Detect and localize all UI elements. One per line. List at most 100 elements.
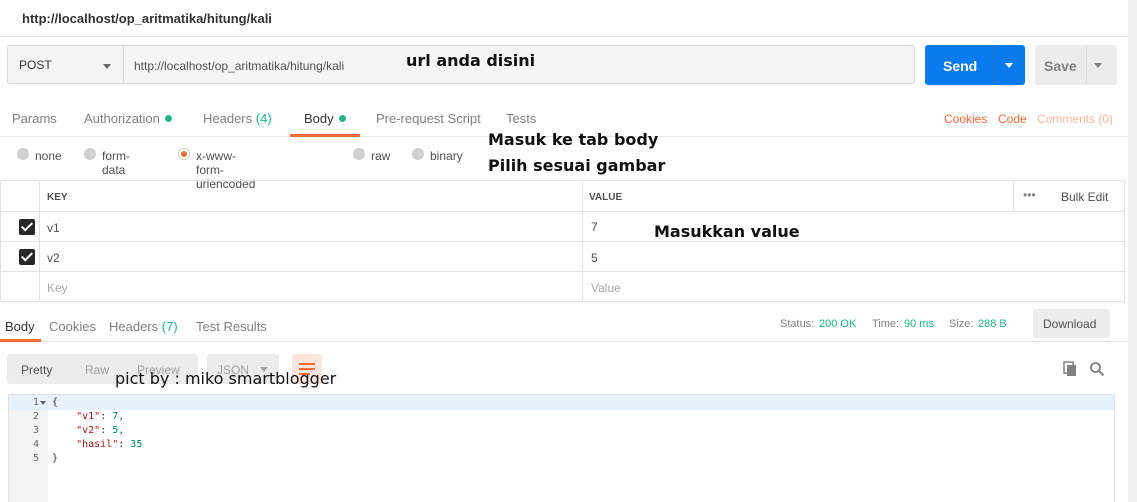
annotation-value-note: Masukkan value [654,222,800,241]
response-tab-headers[interactable]: Headers (7) [109,319,178,334]
row-checkbox[interactable] [19,249,35,265]
copy-icon[interactable] [1062,361,1078,377]
raw-button[interactable]: Raw [85,363,109,377]
request-title: http://localhost/op_aritmatika/hitung/ka… [22,11,272,26]
status-label: Status: [780,318,815,330]
value-column-header: VALUE [589,192,623,203]
tab-params[interactable]: Params [12,111,57,126]
radio-binary[interactable] [412,148,424,160]
params-table: KEY VALUE ••• Bulk Edit v1 7 v2 5 Key Va… [0,180,1125,302]
param-key[interactable]: v1 [47,221,60,235]
code-link[interactable]: Code [998,112,1027,126]
save-button[interactable]: Save [1035,45,1117,85]
radio-urlencoded[interactable] [178,148,190,160]
annotation-credit: pict by : miko smartblogger [115,369,337,388]
send-options-chevron-icon[interactable] [1005,63,1013,68]
column-divider [1013,181,1014,212]
save-divider [1086,45,1087,85]
search-icon[interactable] [1089,361,1105,377]
code-line: "v1": 7, [76,411,125,422]
line-number: 1 [32,397,39,408]
url-value: http://localhost/op_aritmatika/hitung/ka… [134,59,345,73]
tab-authorization[interactable]: Authorization [84,111,172,126]
table-row: Key Value [1,272,1124,301]
response-tab-headers-label: Headers [109,319,159,334]
table-row: v2 5 [1,242,1124,272]
response-tab-body[interactable]: Body [5,319,35,334]
send-button[interactable]: Send [925,45,1025,85]
size-label: Size: [949,318,974,330]
chevron-down-icon [103,64,111,69]
response-headers-count: (7) [161,319,178,334]
param-value[interactable]: 7 [591,220,598,234]
code-line: { [52,397,59,408]
line-number: 4 [32,439,39,450]
tab-headers[interactable]: Headers (4) [203,111,272,126]
response-body-viewer[interactable]: 1 2 3 4 5 { "v1": 7, "v2": 5, "hasil": 3… [8,394,1115,502]
method-label: POST [19,58,52,72]
tab-authorization-label: Authorization [84,111,160,126]
more-options-icon[interactable]: ••• [1023,188,1036,202]
comments-link[interactable]: Comments (0) [1037,112,1113,126]
json-key: "v1" [76,411,101,422]
param-key[interactable]: v2 [47,251,60,265]
status-dot-icon [164,115,172,122]
code-line: "v2": 5, [76,425,125,436]
send-label: Send [943,58,978,74]
json-key: "v2" [76,425,101,436]
value-input[interactable]: Value [591,281,621,295]
pretty-button[interactable]: Pretty [21,363,52,377]
key-input[interactable]: Key [47,281,68,295]
response-tab-test-results[interactable]: Test Results [196,319,267,334]
radio-binary-label: binary [430,149,463,163]
tab-body[interactable]: Body [304,111,346,126]
tab-headers-count: (4) [255,111,272,126]
json-key: "hasil" [76,439,119,450]
param-value[interactable]: 5 [591,251,598,265]
send-divider [994,45,995,85]
json-value: 7, [112,411,125,422]
cookies-link[interactable]: Cookies [944,112,987,126]
active-response-tab-indicator [0,339,41,342]
time-value: 90 ms [904,318,934,330]
row-checkbox[interactable] [19,219,35,235]
radio-raw-label: raw [371,149,391,163]
line-number: 2 [32,411,39,422]
code-line: "hasil": 35 [76,439,143,450]
request-title-bar: http://localhost/op_aritmatika/hitung/ka… [0,0,1137,37]
line-number: 5 [32,453,39,464]
status-value: 200 OK [819,318,857,330]
radio-none[interactable] [17,148,29,160]
download-button[interactable]: Download [1033,309,1110,338]
annotation-body-tab-note: Masuk ke tab body [488,130,659,149]
annotation-url-note: url anda disini [406,51,536,70]
radio-form-data[interactable] [84,148,96,160]
active-tab-indicator [290,134,360,137]
fold-toggle-icon[interactable] [40,401,46,405]
column-divider [39,181,40,301]
radio-none-label: none [35,149,62,163]
method-select[interactable]: POST [7,45,124,84]
line-number: 3 [32,425,39,436]
json-value: 5, [112,425,125,436]
key-column-header: KEY [47,192,68,203]
table-header-row: KEY VALUE ••• Bulk Edit [1,181,1124,212]
response-tabs: Body Cookies Headers (7) Test Results St… [0,310,1137,342]
status-dot-icon [338,115,346,122]
response-tab-cookies[interactable]: Cookies [49,319,96,334]
tab-prerequest-script[interactable]: Pre-request Script [376,111,481,126]
time-label: Time: [872,318,900,330]
json-value: 35 [130,439,143,450]
current-line-highlight [9,395,1114,410]
table-row: v1 7 [1,212,1124,242]
tab-tests[interactable]: Tests [506,111,536,126]
code-line: } [52,453,59,464]
scrollbar[interactable] [1128,0,1137,502]
bulk-edit-link[interactable]: Bulk Edit [1061,190,1108,204]
save-label: Save [1044,58,1077,74]
tab-headers-label: Headers [203,111,253,126]
save-options-chevron-icon[interactable] [1094,63,1102,68]
tab-body-label: Body [304,111,334,126]
radio-raw[interactable] [353,148,365,160]
download-label: Download [1043,317,1097,331]
